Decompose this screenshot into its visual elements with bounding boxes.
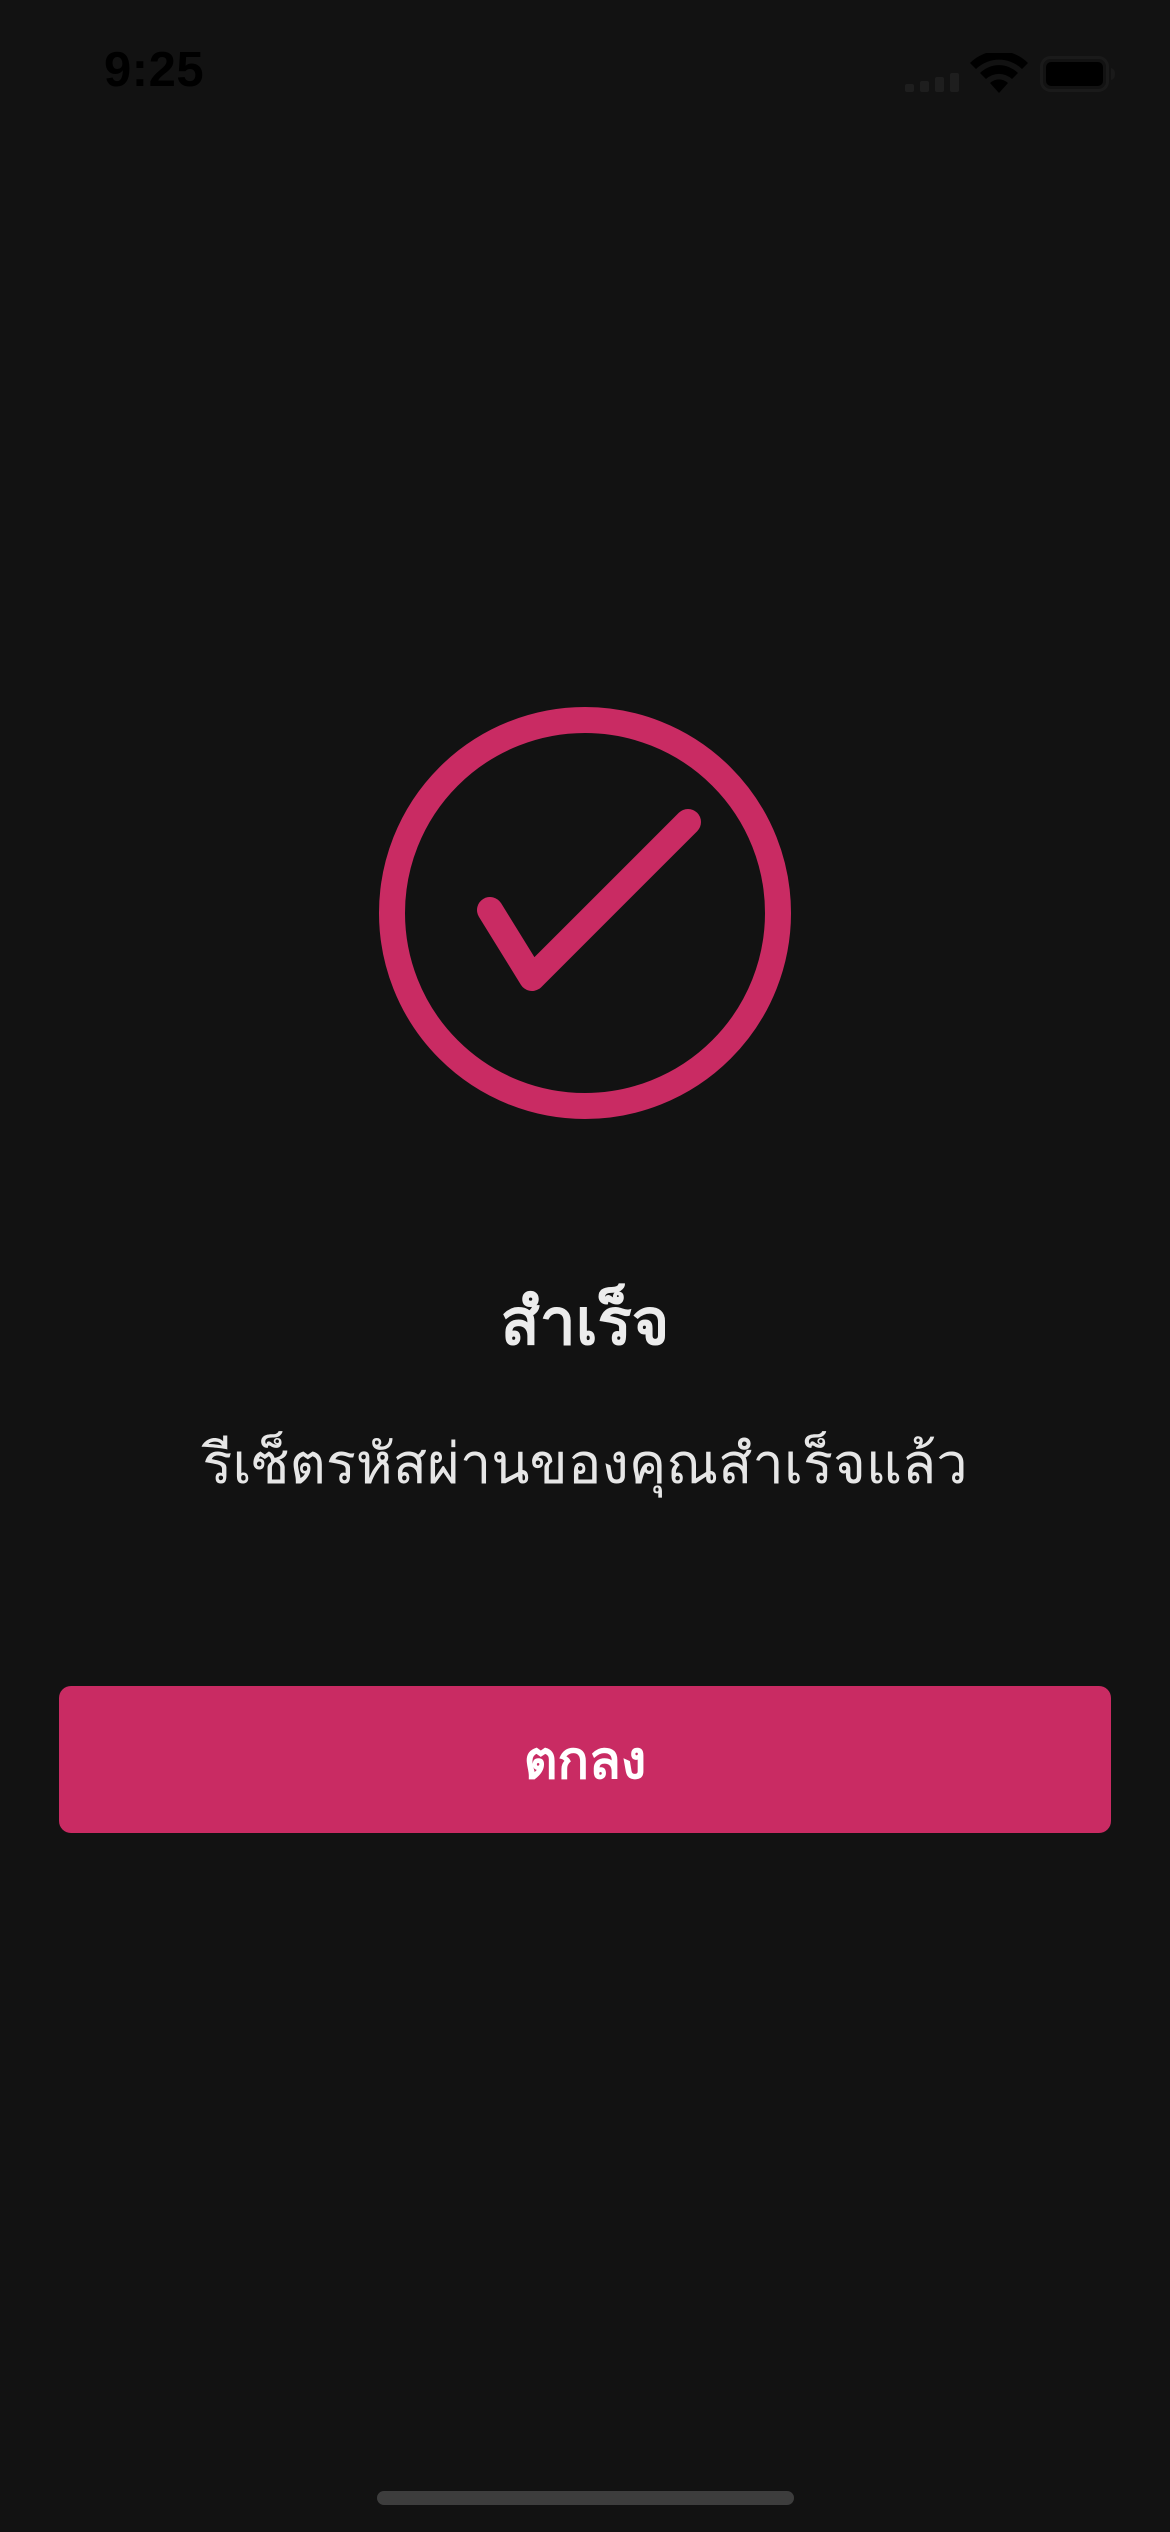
ok-button-label: ตกลง <box>523 1732 647 1790</box>
cellular-signal-icon <box>905 73 959 92</box>
status-bar: 9:25 <box>0 0 1170 150</box>
checkmark-circle-icon <box>379 707 791 1119</box>
battery-icon <box>1040 56 1115 92</box>
ok-button[interactable]: ตกลง <box>59 1686 1111 1833</box>
wifi-icon <box>970 53 1028 93</box>
status-time: 9:25 <box>104 43 205 97</box>
success-message: รีเซ็ตรหัสผ่านของคุณสำเร็จแล้ว <box>202 1432 968 1497</box>
home-indicator[interactable] <box>377 2491 794 2505</box>
success-title: สำเร็จ <box>500 1286 670 1360</box>
